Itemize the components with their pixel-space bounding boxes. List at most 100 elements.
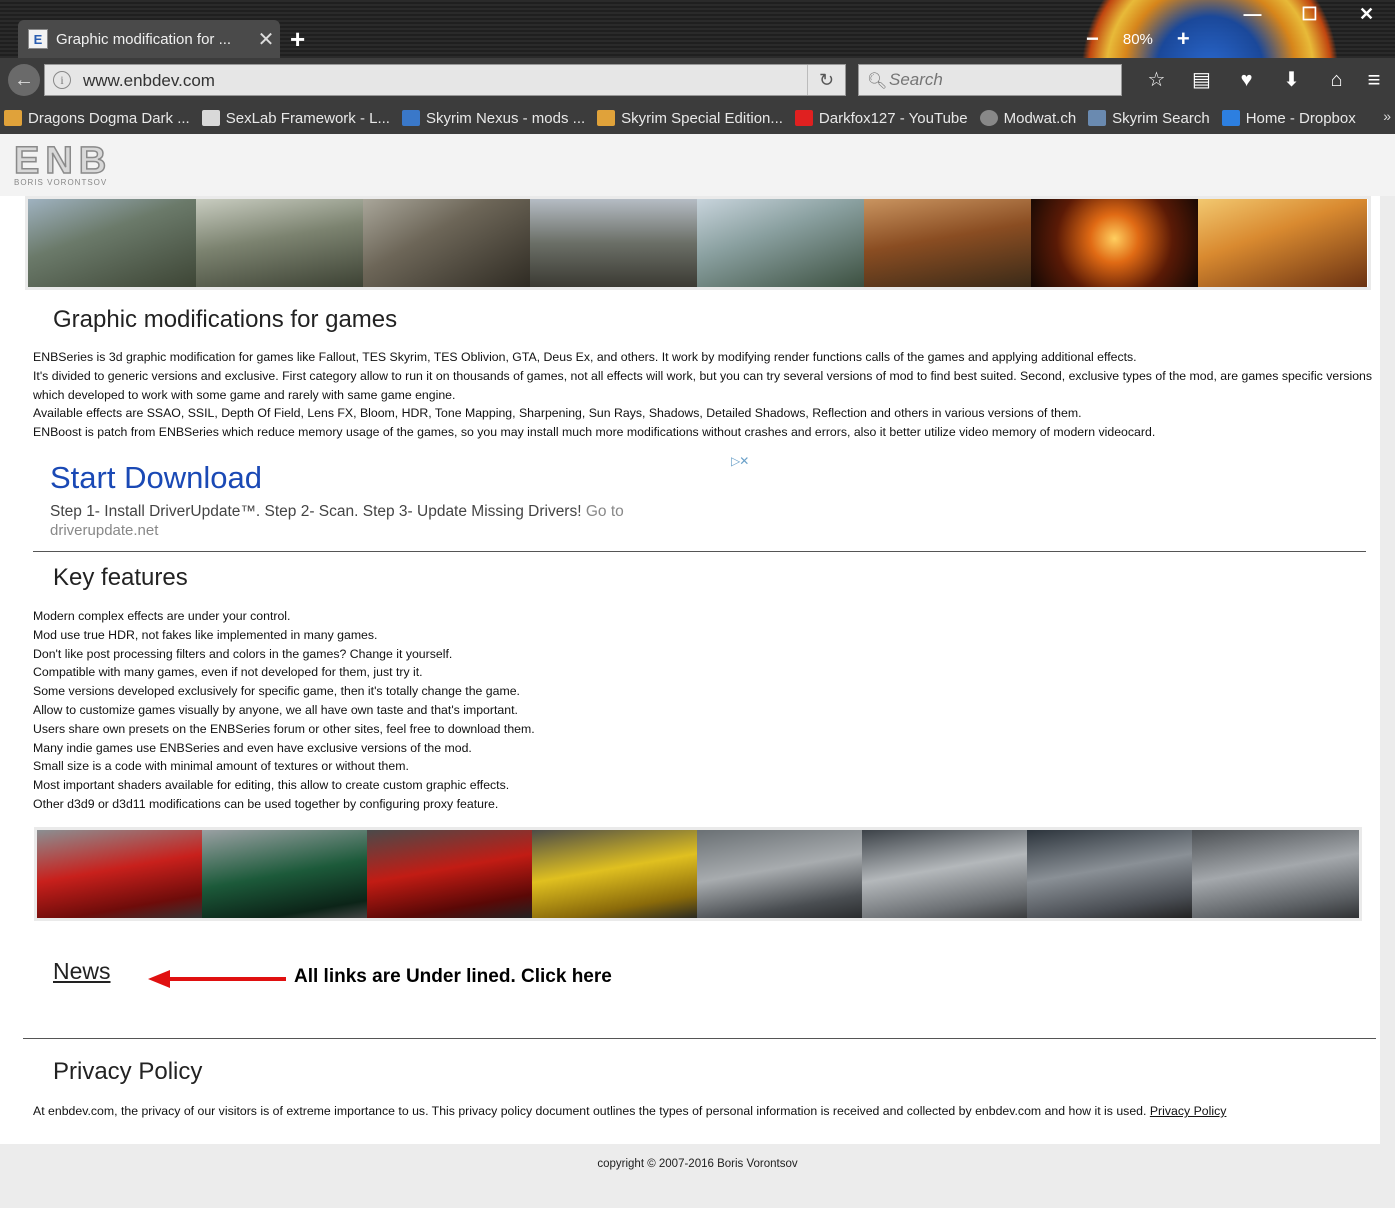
screenshot-thumb <box>1031 199 1198 287</box>
feature-item: Compatible with many games, even if not … <box>33 665 423 680</box>
intro-body: ENBSeries is 3d graphic modification for… <box>33 348 1373 442</box>
screenshot-thumb <box>697 830 862 918</box>
back-button[interactable]: ← <box>8 64 40 96</box>
browser-titlebar: E Graphic modification for ... ✕ + − 80%… <box>0 0 1395 160</box>
news-link[interactable]: News <box>53 958 111 985</box>
menu-hamburger-icon[interactable]: ≡ <box>1359 66 1389 94</box>
feature-item: Modern complex effects are under your co… <box>33 609 291 623</box>
bookmark-favicon-icon <box>1088 110 1107 126</box>
main-content: Graphic modifications for games ENBSerie… <box>0 196 1380 1144</box>
annotation-text: All links are Under lined. Click here <box>294 966 612 987</box>
site-header: ENB BORIS VORONTSOV <box>0 134 1395 196</box>
tab-title: Graphic modification for ... <box>56 30 232 48</box>
feature-item: Some versions developed exclusively for … <box>33 684 520 699</box>
privacy-body: At enbdev.com, the privacy of our visito… <box>33 1104 1147 1118</box>
home-icon[interactable]: ⌂ <box>1314 66 1359 94</box>
toolbar-icons: ☆ ▤ ♥ ⬇ ⌂ <box>1134 66 1359 94</box>
screenshot-thumb <box>363 199 530 287</box>
new-tab-button[interactable]: + <box>290 24 305 55</box>
bookmark-item[interactable]: Home - Dropbox <box>1221 110 1356 127</box>
reload-icon[interactable]: ↻ <box>807 65 845 95</box>
feature-item: Users share own presets on the ENBSeries… <box>33 721 535 736</box>
bookmark-item[interactable]: Skyrim Special Edition... <box>597 110 783 127</box>
enb-logo[interactable]: ENB BORIS VORONTSOV <box>13 141 142 188</box>
ad-description[interactable]: Step 1- Install DriverUpdate™. Step 2- S… <box>50 502 670 521</box>
screenshot-thumb <box>864 199 1031 287</box>
ad-description-text: Step 1- Install DriverUpdate™. Step 2- S… <box>50 503 582 520</box>
feature-item: Don't like post processing filters and c… <box>33 646 453 661</box>
tab-favicon-icon: E <box>28 29 48 49</box>
bookmark-item[interactable]: Darkfox127 - YouTube <box>794 110 968 127</box>
bookmark-item[interactable]: Dragons Dogma Dark ... <box>4 110 190 127</box>
screenshot-thumb <box>532 830 697 918</box>
intro-title: Graphic modifications for games <box>53 306 398 333</box>
features-list: Modern complex effects are under your co… <box>33 607 933 814</box>
url-text[interactable]: www.enbdev.com <box>83 71 215 91</box>
intro-paragraph: ENBoost is patch from ENBSeries which re… <box>33 425 1156 440</box>
adchoices-icon[interactable]: ▷✕ <box>731 454 749 468</box>
divider <box>23 1038 1376 1039</box>
tab-close-icon[interactable]: ✕ <box>252 27 280 52</box>
feature-item: Mod use true HDR, not fakes like impleme… <box>33 627 378 642</box>
bookmark-item[interactable]: Skyrim Nexus - mods ... <box>401 110 585 127</box>
search-bar[interactable]: 🔍︎ <box>858 64 1122 96</box>
ad-url[interactable]: driverupdate.net <box>50 522 158 539</box>
screenshot-thumb <box>530 199 697 287</box>
car-screenshots-banner <box>34 827 1362 921</box>
copyright-footer: copyright © 2007-2016 Boris Vorontsov <box>597 1158 798 1170</box>
bookmark-favicon-icon <box>4 110 22 126</box>
intro-paragraph: It's divided to generic versions and exc… <box>33 368 1373 402</box>
navigation-toolbar: ← i www.enbdev.com ↻ 🔍︎ ☆ ▤ ♥ ⬇ ⌂ ≡ <box>0 58 1395 102</box>
bookmark-item[interactable]: Skyrim Search <box>1088 110 1210 127</box>
download-icon[interactable]: ⬇ <box>1269 66 1314 94</box>
screenshot-thumb <box>1198 199 1367 287</box>
screenshot-thumb <box>1192 830 1359 918</box>
web-page: ENB BORIS VORONTSOV Graphic modification… <box>0 134 1395 1208</box>
globe-icon <box>979 110 998 126</box>
pocket-icon[interactable]: ♥ <box>1224 66 1269 94</box>
ad-title-link[interactable]: Start Download <box>50 460 262 496</box>
screenshot-thumb <box>37 830 202 918</box>
minimize-button[interactable]: — <box>1224 4 1281 30</box>
screenshot-thumb <box>202 830 367 918</box>
address-bar[interactable]: i www.enbdev.com ↻ <box>44 64 846 96</box>
features-title: Key features <box>53 564 188 591</box>
search-input[interactable] <box>889 67 1109 93</box>
screenshot-thumb <box>862 830 1027 918</box>
screenshot-thumb <box>367 830 532 918</box>
bookmark-star-icon[interactable]: ☆ <box>1134 66 1179 94</box>
feature-item: Allow to customize games visually by any… <box>33 702 518 717</box>
annotation-arrow-icon <box>148 970 286 988</box>
zoom-out-button[interactable]: − <box>1086 26 1099 52</box>
bookmark-favicon-icon <box>597 110 616 126</box>
bookmark-favicon-icon <box>401 110 420 126</box>
intro-paragraph: Available effects are SSAO, SSIL, Depth … <box>33 406 1082 421</box>
zoom-control: − 80% + <box>1086 26 1190 52</box>
bookmark-item[interactable]: Modwat.ch <box>979 110 1076 127</box>
info-icon[interactable]: i <box>53 71 71 89</box>
game-screenshots-banner <box>25 196 1371 290</box>
feature-item: Many indie games use ENBSeries and even … <box>33 740 472 755</box>
feature-item: Most important shaders available for edi… <box>33 778 510 793</box>
screenshot-thumb <box>1027 830 1192 918</box>
bookmark-item[interactable]: SexLab Framework - L... <box>201 110 390 127</box>
bookmark-favicon-icon <box>201 110 220 126</box>
browser-tab[interactable]: E Graphic modification for ... ✕ <box>18 20 280 58</box>
dropbox-icon <box>1221 110 1240 126</box>
zoom-in-button[interactable]: + <box>1177 26 1190 52</box>
maximize-button[interactable]: ☐ <box>1281 4 1338 30</box>
feature-item: Small size is a code with minimal amount… <box>33 759 409 774</box>
more-bookmarks-chevron-icon[interactable]: » <box>1383 108 1391 124</box>
privacy-text: At enbdev.com, the privacy of our visito… <box>33 1104 1226 1118</box>
zoom-level[interactable]: 80% <box>1123 31 1153 48</box>
ad-goto-text: Go to <box>585 503 624 520</box>
screenshot-thumb <box>196 199 363 287</box>
divider <box>33 551 1366 552</box>
intro-paragraph: ENBSeries is 3d graphic modification for… <box>33 350 1137 364</box>
search-icon: 🔍︎ <box>867 73 888 90</box>
bookmarks-toolbar: Dragons Dogma Dark ... SexLab Framework … <box>0 102 1395 134</box>
privacy-policy-link[interactable]: Privacy Policy <box>1150 1104 1227 1118</box>
youtube-icon <box>794 110 813 126</box>
close-window-button[interactable]: ✕ <box>1338 4 1395 30</box>
reading-list-icon[interactable]: ▤ <box>1179 66 1224 94</box>
